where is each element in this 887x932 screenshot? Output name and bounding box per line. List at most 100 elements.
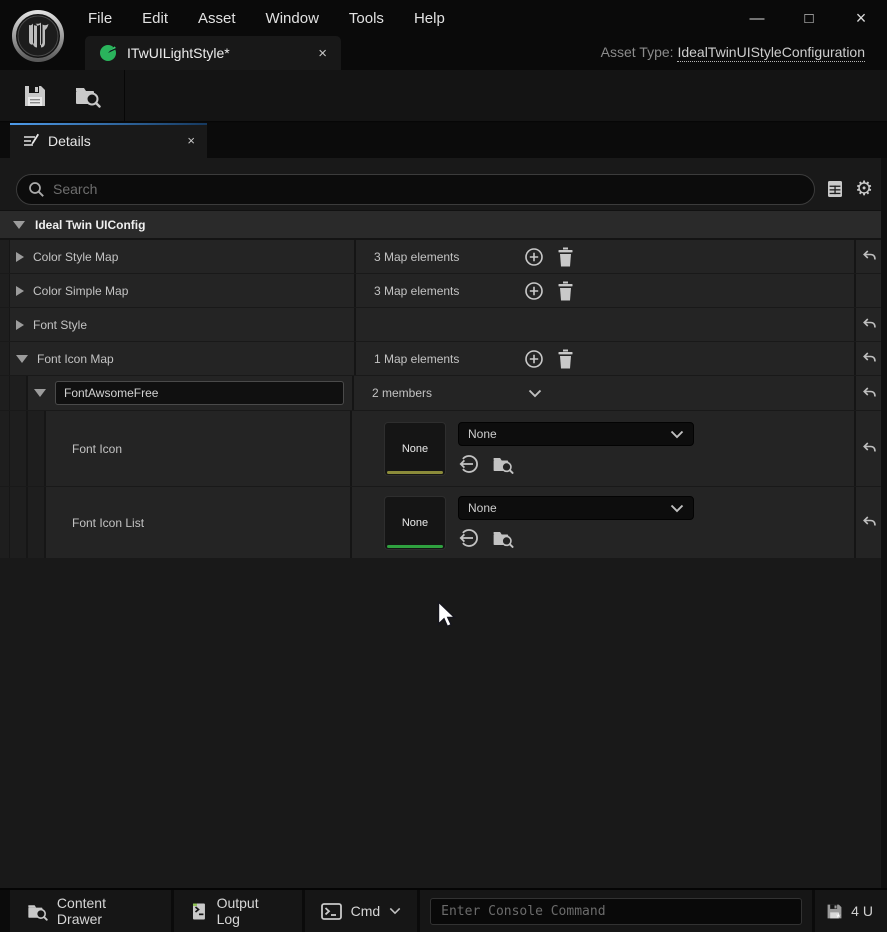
folder-search-icon bbox=[73, 83, 101, 109]
details-tab-bar: Details × bbox=[0, 123, 887, 158]
value-cell: 3 Map elements bbox=[356, 240, 854, 273]
property-label: Font Style bbox=[33, 318, 87, 332]
menu-window[interactable]: Window bbox=[266, 10, 319, 27]
row-gutter bbox=[0, 487, 10, 558]
save-button[interactable] bbox=[20, 82, 50, 110]
property-rows: Color Style Map 3 Map elements bbox=[0, 240, 881, 558]
row-font-icon-map: Font Icon Map 1 Map elements bbox=[0, 342, 881, 375]
dropdown-value: None bbox=[468, 501, 497, 515]
asset-picker-dropdown[interactable]: None bbox=[458, 496, 694, 520]
tab-details[interactable]: Details × bbox=[10, 123, 207, 158]
chevron-down-icon bbox=[670, 430, 684, 439]
value-cell: 1 Map elements bbox=[356, 342, 854, 375]
expander-collapsed-icon[interactable] bbox=[16, 252, 24, 262]
asset-tab-close-icon[interactable]: × bbox=[318, 46, 327, 61]
asset-tab[interactable]: ITwUILightStyle* × bbox=[85, 36, 341, 70]
row-color-style-map: Color Style Map 3 Map elements bbox=[0, 240, 881, 273]
name-cell bbox=[28, 376, 354, 410]
row-map-entry-fontawsomefree: 2 members bbox=[0, 376, 881, 410]
window-controls: — □ × bbox=[749, 0, 869, 36]
unsaved-count: 4 U bbox=[851, 903, 873, 919]
menu-asset[interactable]: Asset bbox=[198, 10, 236, 27]
details-tab-close-icon[interactable]: × bbox=[187, 134, 195, 147]
scrollbar-track[interactable] bbox=[881, 158, 887, 888]
property-label: Font Icon Map bbox=[37, 352, 114, 366]
delete-elements-icon[interactable] bbox=[557, 281, 574, 301]
use-selected-asset-icon[interactable] bbox=[458, 527, 480, 549]
close-icon[interactable]: × bbox=[853, 8, 869, 29]
reset-to-default-icon[interactable] bbox=[861, 442, 877, 455]
asset-type-icon bbox=[99, 44, 117, 62]
property-label: Color Simple Map bbox=[33, 284, 128, 298]
expander-collapsed-icon[interactable] bbox=[16, 286, 24, 296]
chevron-down-icon[interactable] bbox=[528, 389, 542, 398]
settings-gear-icon[interactable]: ⚙ bbox=[855, 179, 873, 199]
menu-tools[interactable]: Tools bbox=[349, 10, 384, 27]
undo-cell bbox=[854, 342, 881, 375]
maximize-icon[interactable]: □ bbox=[801, 10, 817, 27]
menu-bar: File Edit Asset Window Tools Help bbox=[88, 0, 445, 36]
thumbnail-label: None bbox=[402, 517, 428, 529]
reset-to-default-icon[interactable] bbox=[861, 516, 877, 529]
status-bar: Content Drawer Output Log Cmd * bbox=[0, 888, 887, 932]
search-input[interactable] bbox=[53, 181, 803, 197]
name-cell: Color Style Map bbox=[10, 240, 356, 273]
save-icon bbox=[22, 83, 48, 109]
undo-cell bbox=[854, 274, 881, 307]
search-box[interactable] bbox=[16, 174, 815, 205]
details-tab-label: Details bbox=[48, 133, 91, 149]
category-header[interactable]: Ideal Twin UIConfig bbox=[0, 210, 887, 240]
content-drawer-label: Content Drawer bbox=[57, 895, 155, 927]
reset-to-default-icon[interactable] bbox=[861, 352, 877, 365]
browse-to-asset-icon[interactable] bbox=[491, 528, 514, 549]
expander-expanded-icon[interactable] bbox=[16, 355, 28, 363]
indent-guide bbox=[28, 411, 46, 486]
expander-expanded-icon[interactable] bbox=[34, 389, 46, 397]
undo-cell bbox=[854, 487, 881, 558]
indent-guide bbox=[10, 376, 28, 410]
add-element-icon[interactable] bbox=[524, 349, 544, 369]
menu-help[interactable]: Help bbox=[414, 10, 445, 27]
add-element-icon[interactable] bbox=[524, 281, 544, 301]
minimize-icon[interactable]: — bbox=[749, 10, 765, 27]
dropdown-value: None bbox=[468, 427, 497, 441]
property-label: Font Icon List bbox=[72, 516, 144, 530]
output-log-button[interactable]: Output Log bbox=[174, 890, 302, 932]
expander-collapsed-icon[interactable] bbox=[16, 320, 24, 330]
unsaved-assets-section[interactable]: * 4 U bbox=[815, 890, 887, 932]
category-label: Ideal Twin UIConfig bbox=[35, 218, 145, 232]
reset-to-default-icon[interactable] bbox=[861, 318, 877, 331]
asset-thumbnail[interactable]: None bbox=[384, 422, 446, 476]
browse-to-asset-icon[interactable] bbox=[491, 454, 514, 475]
delete-elements-icon[interactable] bbox=[557, 247, 574, 267]
row-gutter bbox=[0, 411, 10, 486]
unreal-logo-icon bbox=[10, 8, 66, 64]
delete-elements-icon[interactable] bbox=[557, 349, 574, 369]
use-selected-asset-icon[interactable] bbox=[458, 453, 480, 475]
reset-to-default-icon[interactable] bbox=[861, 250, 877, 263]
reset-to-default-icon[interactable] bbox=[861, 387, 877, 400]
members-count: 2 members bbox=[372, 386, 522, 400]
category-expander-icon[interactable] bbox=[13, 221, 25, 229]
map-key-input[interactable] bbox=[55, 381, 344, 405]
active-tab-accent bbox=[10, 123, 207, 125]
console-section bbox=[420, 890, 812, 932]
display-filter-icon[interactable] bbox=[826, 179, 844, 199]
asset-type-caption: Asset Type: IdealTwinUIStyleConfiguratio… bbox=[601, 44, 865, 60]
console-command-input[interactable] bbox=[430, 898, 802, 925]
asset-tab-title: ITwUILightStyle* bbox=[127, 45, 230, 61]
asset-type-link[interactable]: IdealTwinUIStyleConfiguration bbox=[677, 44, 865, 62]
row-gutter bbox=[0, 376, 10, 410]
browse-to-asset-button[interactable] bbox=[72, 82, 102, 110]
cmd-button[interactable]: Cmd bbox=[305, 890, 418, 932]
asset-picker-dropdown[interactable]: None bbox=[458, 422, 694, 446]
value-cell: None None bbox=[352, 411, 854, 486]
content-drawer-button[interactable]: Content Drawer bbox=[10, 890, 171, 932]
chevron-down-icon bbox=[389, 907, 401, 915]
menu-edit[interactable]: Edit bbox=[142, 10, 168, 27]
asset-thumbnail[interactable]: None bbox=[384, 496, 446, 550]
row-font-style: Font Style bbox=[0, 308, 881, 341]
content-drawer-icon bbox=[26, 901, 48, 922]
add-element-icon[interactable] bbox=[524, 247, 544, 267]
menu-file[interactable]: File bbox=[88, 10, 112, 27]
